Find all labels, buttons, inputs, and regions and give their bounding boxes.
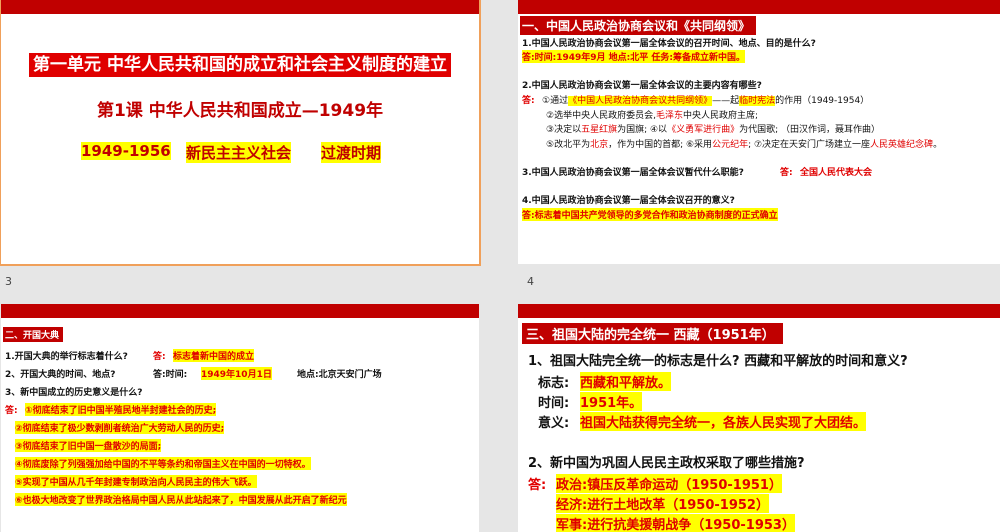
answer-4: 答:标志着中国共产党领导的多党合作和政治协商制度的正式确立	[522, 208, 778, 221]
question-4: 4.中国人民政治协商会议第一届全体会议召开的意义?	[522, 196, 735, 206]
answer-2-place: 地点:北京天安门广场	[297, 370, 382, 380]
section-heading: 三、祖国大陆的完全统一 西藏（1951年）	[522, 323, 783, 344]
unit-title: 第一单元 中华人民共和国的成立和社会主义制度的建立	[1, 50, 479, 77]
answer-1: 标志着新中国的成立	[173, 349, 255, 362]
significance-item-4: ④彻底废除了列强强加给中国的不平等条约和帝国主义在中国的一切特权。	[15, 457, 311, 470]
significance-item-2: ②彻底结束了极少数剥削者统治广大劳动人民的历史;	[15, 421, 225, 434]
slide-thumbnail-4[interactable]: 一、中国人民政治协商会议和《共同纲领》 1.中国人民政治协商会议第一届全体会议的…	[518, 0, 1000, 264]
significance-item-1: ①彻底结束了旧中国半殖民地半封建社会的历史;	[25, 403, 217, 416]
text: 毛泽东	[655, 111, 683, 121]
text: 。	[933, 140, 943, 150]
slide-thumbnail-5[interactable]: 二、开国大典 1.开国大典的举行标志着什么? 答: 标志着新中国的成立 2、开国…	[1, 304, 479, 532]
question-1: 1.开国大典的举行标志着什么?	[5, 352, 128, 362]
text: 北京	[590, 140, 609, 150]
answer-3-label: 答:	[780, 168, 793, 178]
years-label: 1949-1956	[81, 142, 171, 160]
question-1: 1、祖国大陆完全统一的标志是什么? 西藏和平解放的时间和意义?	[528, 354, 908, 369]
text: 临时宪法	[739, 96, 776, 106]
answer-2-line-3: ③决定以五星红旗为国旗; ④以《义勇军进行曲》为代国歌; （田汉作词，聂耳作曲）	[546, 122, 880, 135]
text: 《中国人民政治协商会议共同纲领》	[568, 96, 713, 106]
text: 人民英雄纪念碑	[870, 140, 934, 150]
text: ——起	[712, 96, 740, 106]
slide-header-bar	[1, 0, 479, 14]
slide-thumbnail-3[interactable]: 第一单元 中华人民共和国的成立和社会主义制度的建立 第1课 中华人民共和国成立—…	[0, 0, 481, 266]
significance-item-6: ⑥也极大地改变了世界政治格局中国人民从此站起来了，中国发展从此开启了新纪元	[15, 493, 347, 506]
question-3: 3、新中国成立的历史意义是什么?	[5, 388, 143, 398]
measure-politics: 政治:镇压反革命运动（1950-1951）	[556, 474, 782, 493]
measure-economy: 经济:进行土地改革（1950-1952）	[556, 494, 769, 513]
text: 《义勇军进行曲》	[667, 125, 740, 135]
section-heading: 一、中国人民政治协商会议和《共同纲领》	[520, 16, 757, 35]
time-value: 1951年。	[580, 392, 643, 411]
unit-title-text: 第一单元 中华人民共和国的成立和社会主义制度的建立	[29, 53, 451, 77]
time-label: 时间:	[538, 396, 570, 411]
text: 为国旗; ④以	[617, 125, 668, 135]
significance-item-3: ③彻底结束了旧中国一盘散沙的局面;	[15, 439, 162, 452]
slide-number-3: 3	[5, 275, 12, 288]
text: 为代国歌; （田汉作词，聂耳作曲）	[739, 125, 880, 135]
text: ⑤改北平为	[546, 140, 591, 150]
answer-1: 答:时间:1949年9月 地点:北平 任务:筹备成立新中国。	[522, 50, 745, 63]
lesson-title: 第1课 中华人民共和国成立—1949年	[96, 101, 384, 121]
text: 的作用（1949-1954）	[775, 96, 870, 106]
slide-header-bar	[518, 0, 1000, 14]
answer-2-label: 答:时间:	[153, 370, 188, 380]
answer-2-line-2: ②选举中央人民政府委员会,毛泽东中央人民政府主席;	[546, 108, 758, 121]
text: ②选举中央人民政府委员会,	[546, 111, 656, 121]
answer-2-time: 1949年10月1日	[201, 367, 272, 380]
text: ; ⑦决定在天安门广场建立一座	[748, 140, 871, 150]
section-heading: 二、开国大典	[3, 327, 64, 342]
question-2: 2.中国人民政治协商会议第一届全体会议的主要内容有哪些?	[522, 81, 762, 91]
sign-label: 标志:	[538, 376, 570, 391]
meaning-label: 意义:	[538, 416, 570, 431]
meaning-value: 祖国大陆获得完全统一，各族人民实现了大团结。	[580, 412, 867, 431]
period-label: 过渡时期	[321, 142, 382, 163]
answer-2-label: 答:	[522, 96, 535, 106]
sign-value: 西藏和平解放。	[580, 372, 672, 391]
question-3: 3.中国人民政治协商会议第一届全体会议暂代什么职能?	[522, 168, 744, 178]
measure-military: 军事:进行抗美援朝战争（1950-1953）	[556, 514, 795, 532]
answer-3-label: 答:	[5, 406, 18, 416]
slide-number-4: 4	[527, 275, 534, 288]
answer-3: 全国人民代表大会	[800, 168, 873, 178]
answer-2-line-1: ①通过《中国人民政治协商会议共同纲领》——起临时宪法的作用（1949-1954）	[542, 93, 869, 106]
answer-1-label: 答:	[153, 352, 166, 362]
significance-item-5: ⑤实现了中国从几千年封建专制政治向人民民主的伟大飞跃。	[15, 475, 257, 488]
question-1: 1.中国人民政治协商会议第一届全体会议的召开时间、地点、目的是什么?	[522, 39, 816, 49]
slide-header-bar	[1, 304, 479, 318]
text: ，作为中国的首都; ⑥采用	[608, 140, 713, 150]
answer-2-line-4: ⑤改北平为北京，作为中国的首都; ⑥采用公元纪年; ⑦决定在天安门广场建立一座人…	[546, 137, 942, 150]
text: ③决定以	[546, 125, 582, 135]
text: ①通过	[542, 96, 569, 106]
slide-thumbnail-6[interactable]: 三、祖国大陆的完全统一 西藏（1951年） 1、祖国大陆完全统一的标志是什么? …	[518, 304, 1000, 532]
text: 公元纪年	[712, 140, 749, 150]
society-label: 新民主主义社会	[186, 142, 292, 163]
answer-label: 答:	[528, 478, 547, 493]
text: 五星红旗	[581, 125, 618, 135]
text: 中央人民政府主席;	[682, 111, 758, 121]
question-2: 2、开国大典的时间、地点?	[5, 370, 116, 380]
question-2: 2、新中国为巩固人民民主政权采取了哪些措施?	[528, 456, 805, 471]
slide-header-bar	[518, 304, 1000, 318]
